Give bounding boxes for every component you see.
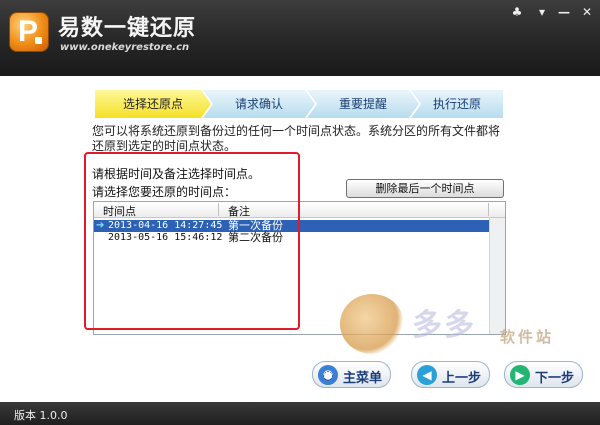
step-important-reminder: 重要提醒 <box>307 90 419 118</box>
app-url: www.onekeyrestore.cn <box>60 42 190 53</box>
app-logo-icon: P <box>9 12 49 52</box>
watermark-subtext: 软件站 <box>500 328 555 346</box>
main-menu-button[interactable]: ◌ 主菜单 <box>312 361 391 388</box>
delete-last-point-button[interactable]: 删除最后一个时间点 <box>346 179 504 198</box>
column-divider[interactable] <box>488 203 489 216</box>
menu-dropdown-icon[interactable]: ▾ <box>533 4 551 20</box>
step-execute-restore: 执行还原 <box>411 90 503 118</box>
arrow-right-icon: ▶ <box>510 365 530 385</box>
step-request-confirm: 请求确认 <box>203 90 315 118</box>
step-progress: 选择还原点 请求确认 重要提醒 执行还原 <box>95 90 503 118</box>
previous-step-button[interactable]: ◀ 上一步 <box>411 361 490 388</box>
next-step-label: 下一步 <box>535 371 575 386</box>
watermark-text: 多多 <box>412 308 476 343</box>
list-scrollbar[interactable] <box>489 218 505 334</box>
version-label: 版本 1.0.0 <box>14 409 68 422</box>
highlight-annotation-box <box>84 152 300 330</box>
status-bar: 版本 1.0.0 <box>0 402 600 425</box>
step-select-restore-point: 选择还原点 <box>95 90 211 118</box>
minimize-icon[interactable]: — <box>555 4 573 20</box>
skin-icon[interactable]: ♣ <box>508 4 526 20</box>
description-text: 您可以将系统还原到备份过的任何一个时间点状态。系统分区的所有文件都将还原到选定的… <box>92 124 501 153</box>
watermark-horse-logo <box>340 294 404 354</box>
next-step-button[interactable]: ▶ 下一步 <box>504 361 583 388</box>
logo-dot <box>35 37 42 44</box>
previous-step-label: 上一步 <box>442 371 482 386</box>
arrow-left-icon: ◀ <box>417 365 437 385</box>
main-menu-icon: ◌ <box>318 365 338 385</box>
app-title: 易数一键还原 <box>58 16 197 41</box>
close-icon[interactable]: ✕ <box>578 4 596 20</box>
title-bar: P 易数一键还原 www.onekeyrestore.cn ♣ ▾ — ✕ <box>0 0 600 76</box>
main-menu-label: 主菜单 <box>343 371 383 386</box>
